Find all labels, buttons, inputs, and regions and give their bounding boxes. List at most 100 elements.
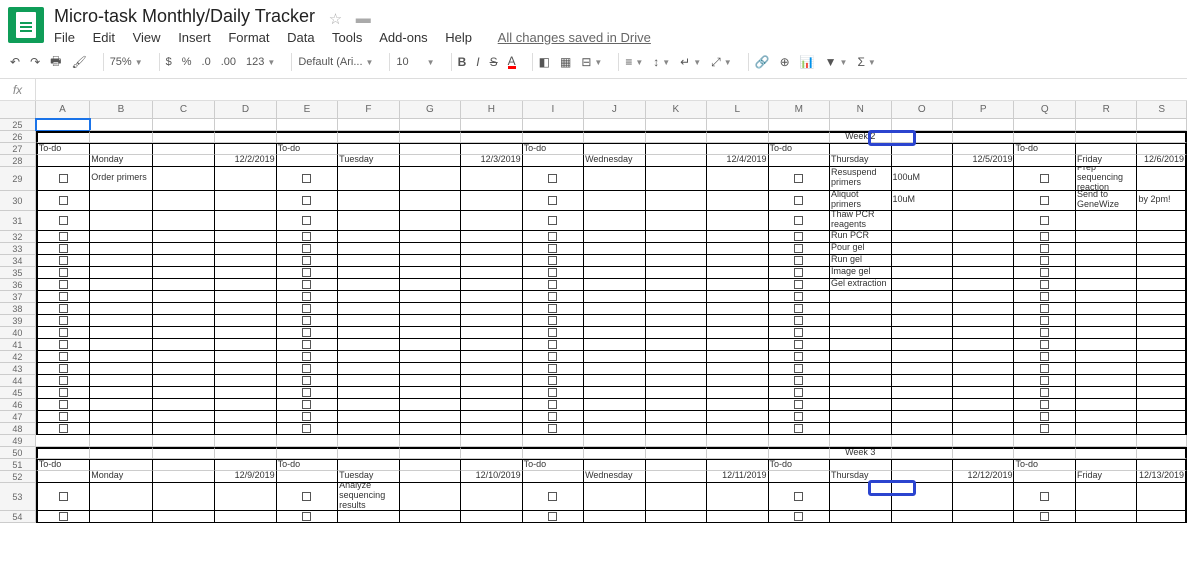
cell[interactable] — [153, 279, 215, 291]
cell[interactable] — [36, 131, 91, 143]
cell[interactable] — [953, 399, 1014, 411]
cell[interactable] — [769, 279, 830, 291]
checkbox[interactable] — [548, 412, 557, 421]
cell[interactable]: To-do — [277, 459, 338, 471]
currency-button[interactable]: $ — [166, 56, 172, 68]
cell[interactable] — [830, 327, 891, 339]
cell[interactable] — [830, 291, 891, 303]
cell[interactable] — [215, 399, 276, 411]
cell[interactable] — [1137, 119, 1187, 131]
checkbox[interactable] — [1040, 424, 1049, 433]
cell[interactable] — [1014, 351, 1075, 363]
cell[interactable] — [1137, 483, 1187, 511]
cell[interactable]: 10uM — [892, 191, 953, 211]
cell[interactable] — [1137, 131, 1187, 143]
checkbox[interactable] — [302, 196, 311, 205]
cell[interactable] — [90, 303, 152, 315]
cell[interactable] — [338, 211, 399, 231]
cell[interactable] — [277, 327, 338, 339]
cell[interactable] — [707, 267, 768, 279]
row-header[interactable]: 42 — [0, 351, 36, 363]
cell[interactable] — [461, 267, 522, 279]
checkbox[interactable] — [794, 492, 803, 501]
cell[interactable] — [90, 315, 152, 327]
cell[interactable] — [707, 167, 768, 191]
cell[interactable] — [523, 211, 584, 231]
cell[interactable] — [1076, 211, 1137, 231]
row-header[interactable]: 47 — [0, 411, 36, 423]
col-header[interactable]: D — [215, 101, 276, 119]
cell[interactable] — [769, 411, 830, 423]
cell[interactable] — [461, 459, 522, 471]
cell[interactable] — [892, 459, 953, 471]
cell[interactable] — [277, 291, 338, 303]
cell[interactable]: 12/3/2019 — [461, 155, 522, 167]
checkbox[interactable] — [302, 340, 311, 349]
cell[interactable]: 12/10/2019 — [461, 471, 522, 483]
cell[interactable] — [1014, 243, 1075, 255]
cell[interactable]: To-do — [523, 143, 584, 155]
cell[interactable] — [646, 143, 707, 155]
row-header[interactable]: 50 — [0, 447, 36, 459]
cell[interactable] — [584, 375, 645, 387]
cell[interactable] — [769, 399, 830, 411]
cell[interactable] — [36, 167, 91, 191]
cell[interactable] — [646, 339, 707, 351]
cell[interactable]: 12/4/2019 — [707, 155, 768, 167]
checkbox[interactable] — [302, 316, 311, 325]
cell[interactable] — [584, 243, 645, 255]
cell[interactable]: Thursday — [830, 155, 891, 167]
checkbox[interactable] — [548, 340, 557, 349]
checkbox[interactable] — [548, 280, 557, 289]
cell[interactable] — [215, 339, 276, 351]
cell[interactable] — [36, 267, 91, 279]
cell[interactable] — [277, 483, 338, 511]
cell[interactable] — [277, 423, 338, 435]
cell[interactable] — [646, 243, 707, 255]
checkbox[interactable] — [59, 364, 68, 373]
cell[interactable] — [584, 279, 645, 291]
cell[interactable] — [400, 119, 461, 131]
checkbox[interactable] — [302, 412, 311, 421]
cell[interactable] — [277, 231, 338, 243]
cell[interactable] — [338, 511, 399, 523]
checkbox[interactable] — [59, 328, 68, 337]
cell[interactable] — [338, 131, 399, 143]
cell[interactable] — [36, 211, 91, 231]
checkbox[interactable] — [302, 216, 311, 225]
cell[interactable] — [584, 211, 645, 231]
row-header[interactable]: 35 — [0, 267, 36, 279]
cell[interactable] — [1137, 255, 1187, 267]
cell[interactable] — [215, 327, 276, 339]
checkbox[interactable] — [794, 316, 803, 325]
checkbox[interactable] — [59, 492, 68, 501]
cell[interactable] — [953, 167, 1014, 191]
cell[interactable] — [584, 411, 645, 423]
cell[interactable] — [707, 399, 768, 411]
cell[interactable] — [400, 155, 461, 167]
cell[interactable] — [584, 119, 645, 131]
checkbox[interactable] — [1040, 292, 1049, 301]
cell[interactable] — [36, 411, 91, 423]
cell[interactable] — [892, 351, 953, 363]
cell[interactable] — [400, 267, 461, 279]
cell[interactable] — [1076, 339, 1137, 351]
cell[interactable] — [153, 291, 215, 303]
cell[interactable] — [215, 231, 276, 243]
borders-button[interactable]: ▦ — [560, 55, 571, 69]
cell[interactable] — [523, 447, 584, 459]
cell[interactable] — [153, 363, 215, 375]
cell[interactable] — [707, 363, 768, 375]
cell[interactable] — [953, 119, 1014, 131]
cell[interactable] — [646, 399, 707, 411]
cell[interactable] — [892, 363, 953, 375]
checkbox[interactable] — [794, 412, 803, 421]
cell[interactable] — [769, 191, 830, 211]
cell[interactable] — [36, 327, 91, 339]
checkbox[interactable] — [1040, 304, 1049, 313]
checkbox[interactable] — [1040, 512, 1049, 521]
cell[interactable] — [1137, 459, 1187, 471]
cell[interactable] — [461, 483, 522, 511]
cell[interactable] — [1014, 155, 1075, 167]
col-header[interactable]: K — [646, 101, 707, 119]
